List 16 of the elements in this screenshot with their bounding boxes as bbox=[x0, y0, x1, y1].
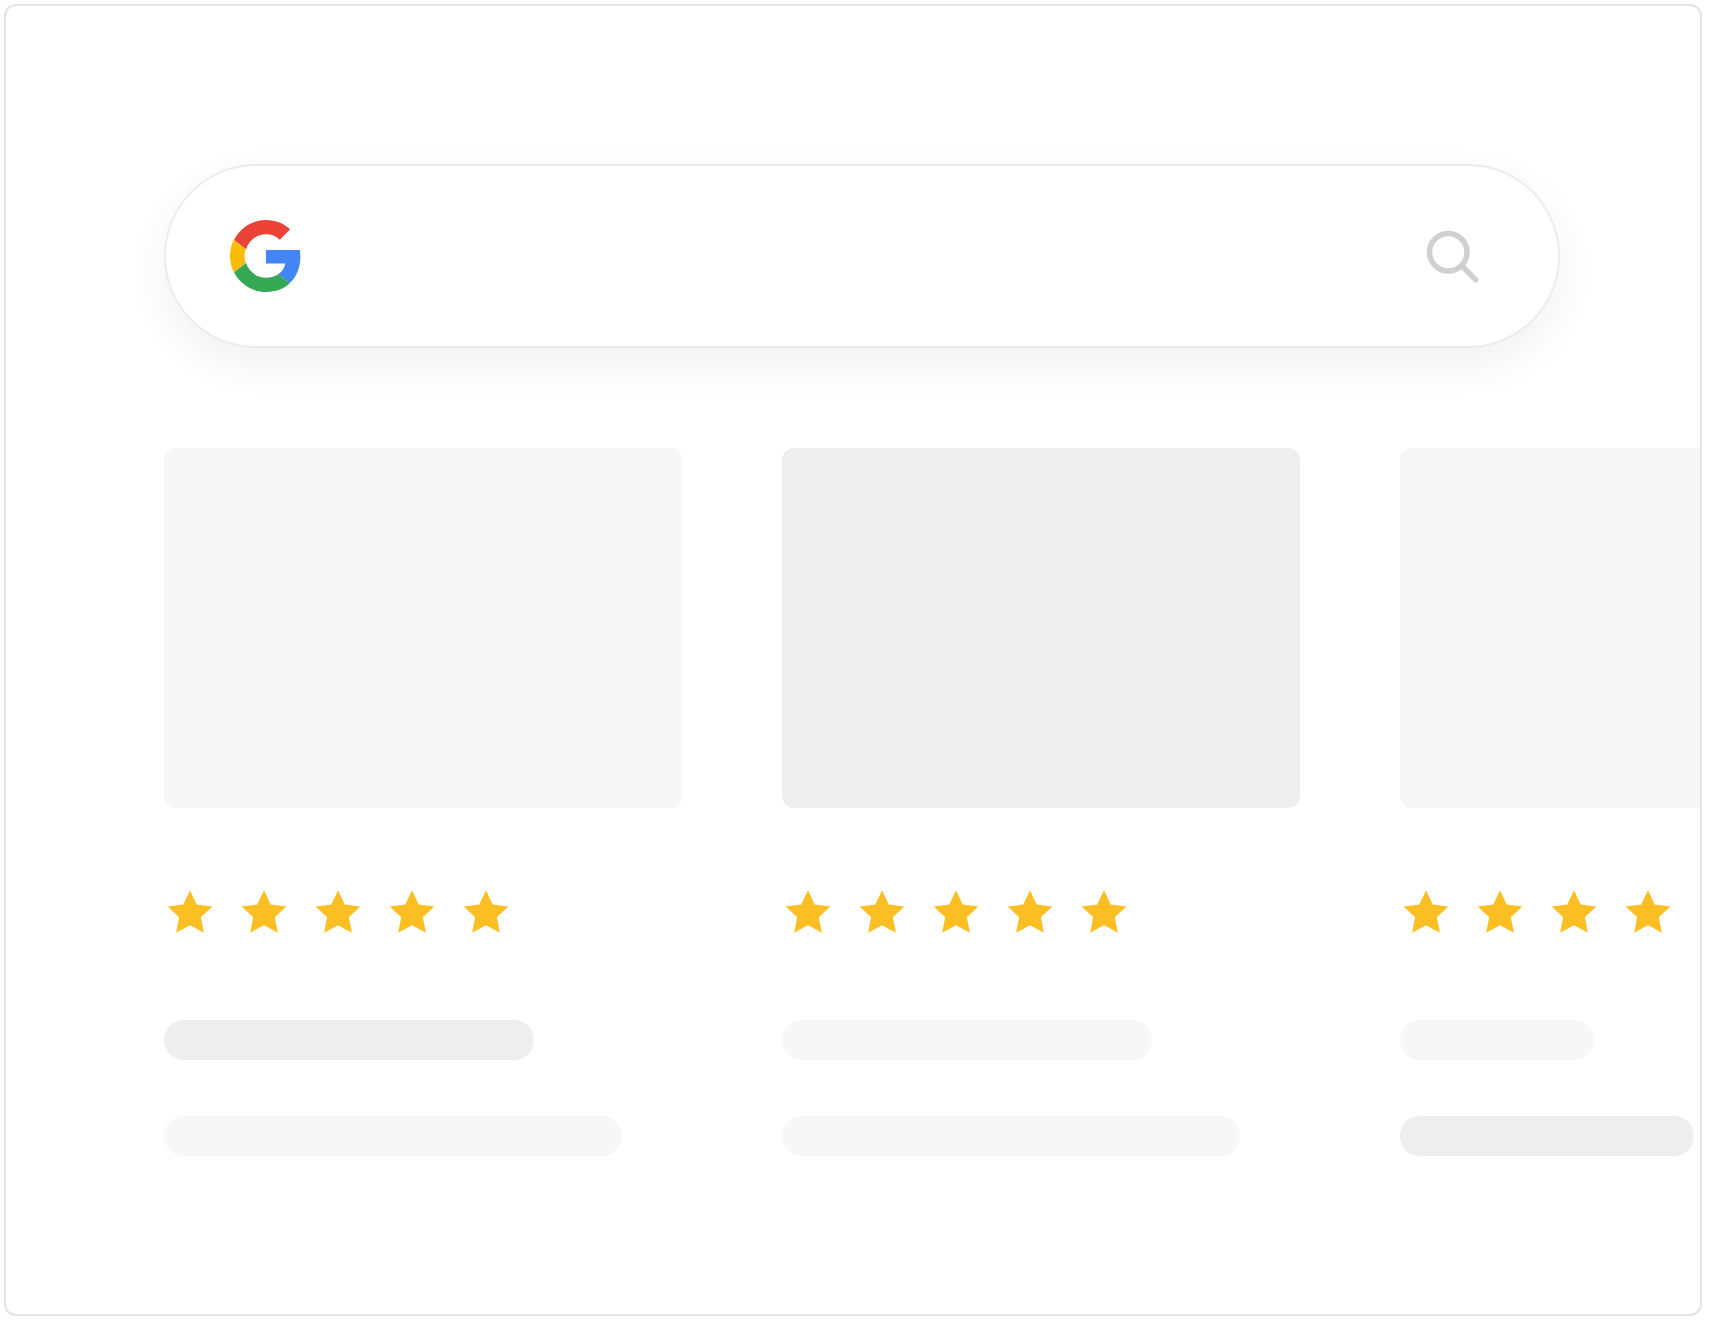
star-icon bbox=[1400, 888, 1452, 938]
star-icon bbox=[930, 888, 982, 938]
star-icon bbox=[1474, 888, 1526, 938]
star-icon bbox=[1622, 888, 1674, 938]
star-icon bbox=[460, 888, 512, 938]
search-icon bbox=[1422, 226, 1482, 286]
star-icon bbox=[1078, 888, 1130, 938]
star-icon bbox=[856, 888, 908, 938]
star-icon bbox=[1004, 888, 1056, 938]
star-icon bbox=[1548, 888, 1600, 938]
star-icon bbox=[386, 888, 438, 938]
logo-icon bbox=[230, 220, 302, 292]
star-icon bbox=[238, 888, 290, 938]
star-icon bbox=[312, 888, 364, 938]
star-icon bbox=[164, 888, 216, 938]
star-icon bbox=[782, 888, 834, 938]
